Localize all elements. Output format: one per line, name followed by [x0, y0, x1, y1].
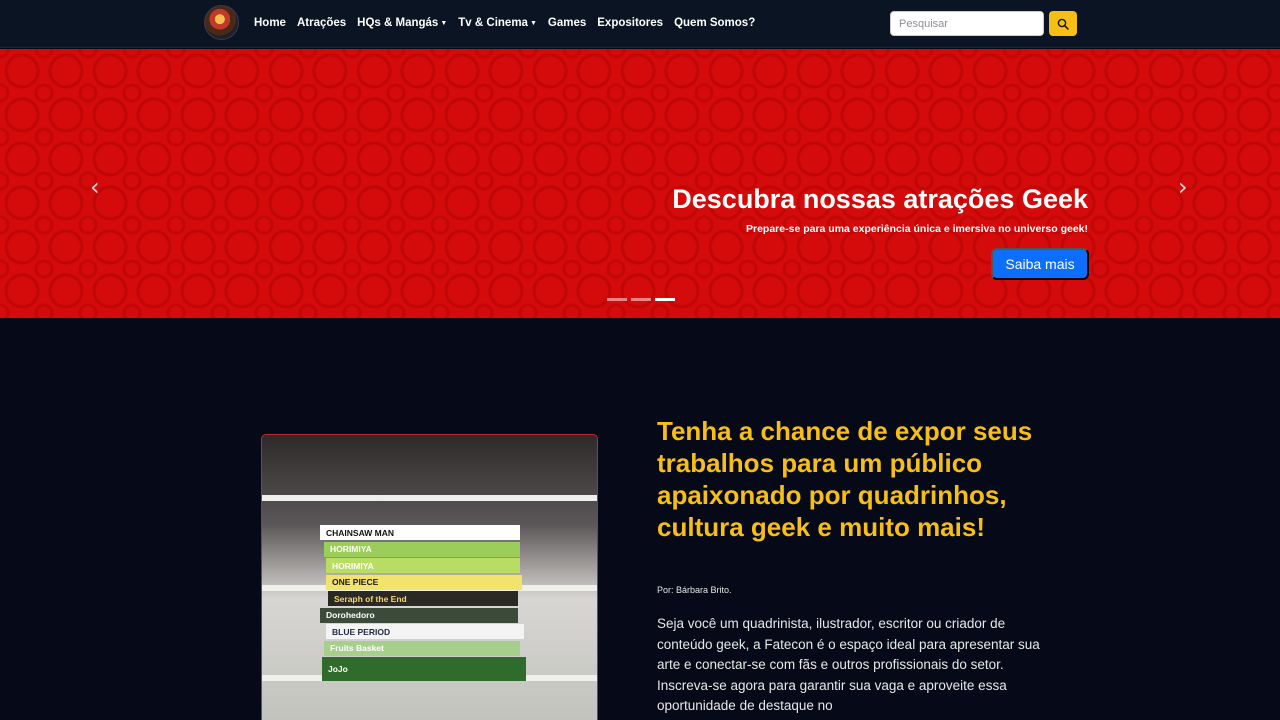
nav-item-tv-cinema[interactable]: Tv & Cinema ▼: [458, 17, 537, 29]
saiba-mais-button[interactable]: Saiba mais: [991, 248, 1089, 280]
feature-headline: Tenha a chance de expor seus trabalhos p…: [657, 416, 1033, 542]
chevron-left-icon[interactable]: ‹: [90, 173, 100, 201]
book-spine: JoJo: [322, 657, 526, 681]
nav-item-quem-somos[interactable]: Quem Somos?: [674, 17, 755, 29]
nav-links: Home Atrações HQs & Mangás ▼ Tv & Cinema ▼…: [254, 0, 755, 46]
nav-item-label: Games: [547, 17, 587, 29]
book-spine: Seraph of the End: [328, 591, 518, 606]
shelf: [262, 495, 597, 501]
search-input[interactable]: [890, 11, 1044, 36]
hero-carousel: ‹ › Descubra nossas atrações Geek Prepar…: [0, 49, 1280, 318]
search-icon: [1057, 18, 1069, 30]
caret-down-icon: ▼: [440, 20, 448, 27]
nav-item-label: HQs & Mangás: [357, 17, 439, 29]
book-spine: HORIMIYA: [324, 541, 520, 557]
book-spine: ONE PIECE: [326, 574, 522, 590]
caret-down-icon: ▼: [529, 20, 537, 27]
nav-item-label: Home: [254, 17, 286, 29]
carousel-indicator-2[interactable]: [631, 298, 651, 301]
carousel-indicator-1[interactable]: [607, 298, 627, 301]
feature-body: Seja você um quadrinista, ilustrador, es…: [657, 616, 1040, 713]
nav-item-expositores[interactable]: Expositores: [597, 17, 663, 29]
nav-item-hqs-mangas[interactable]: HQs & Mangás ▼: [357, 17, 447, 29]
feature-byline: Por: Bárbara Brito.: [657, 585, 732, 595]
nav-item-label: Atrações: [296, 17, 347, 29]
nav-item-label: Quem Somos?: [674, 17, 756, 29]
carousel-title: Descubra nossas atrações Geek: [672, 184, 1088, 214]
book-spine: HORIMIYA: [326, 558, 520, 573]
carousel-indicators: [607, 298, 675, 301]
search-button[interactable]: [1049, 11, 1077, 36]
nav-item-home[interactable]: Home: [254, 17, 286, 29]
book-spine: Fruits Basket: [324, 640, 520, 656]
nav-item-label: Tv & Cinema: [458, 17, 528, 29]
geek-logo-icon[interactable]: [204, 5, 239, 40]
navbar: Home Atrações HQs & Mangás ▼ Tv & Cinema ▼…: [0, 0, 1280, 48]
nav-item-atracoes[interactable]: Atrações: [297, 17, 346, 29]
book-spine: Dorohedoro: [320, 607, 518, 623]
book-spine: CHAINSAW MAN: [320, 525, 520, 540]
carousel-indicator-3[interactable]: [655, 298, 675, 301]
chevron-right-icon[interactable]: ›: [1178, 173, 1188, 201]
book-spine: BLUE PERIOD: [326, 624, 524, 639]
carousel-subtitle: Prepare-se para uma experiência única e …: [746, 223, 1088, 235]
nav-item-games[interactable]: Games: [548, 17, 586, 29]
nav-item-label: Expositores: [597, 17, 664, 29]
